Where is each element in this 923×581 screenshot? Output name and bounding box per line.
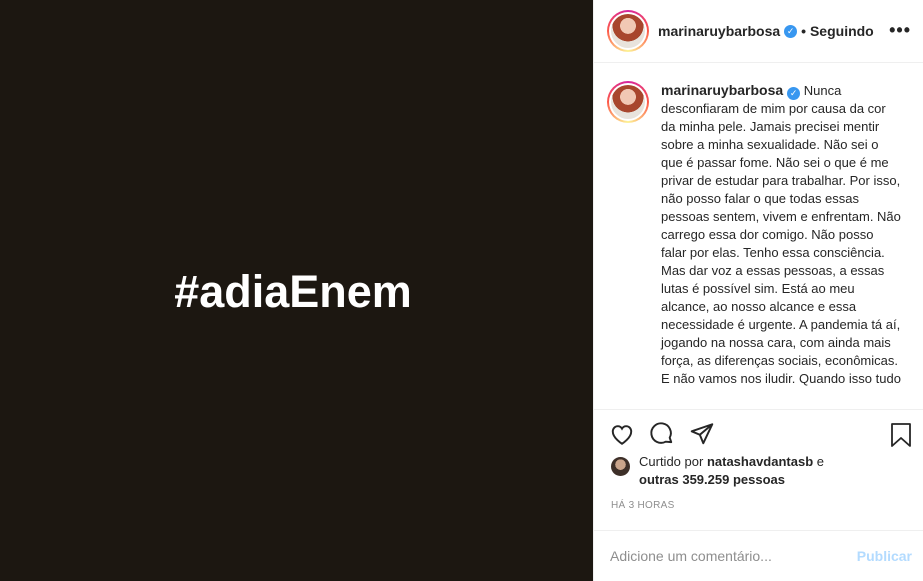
avatar-image (611, 14, 645, 48)
action-bar (594, 409, 923, 457)
post-sidebar: marinaruybarbosa ✓ • Seguindo ••• marina… (593, 0, 923, 581)
post-timestamp[interactable]: HÁ 3 HORAS (594, 500, 923, 530)
media-hashtag-text: #adiaEnem (174, 265, 412, 317)
caption-avatar-image (611, 85, 645, 119)
comment-input[interactable]: Adicione um comentário... (610, 548, 772, 564)
author-avatar[interactable] (607, 10, 649, 52)
caption-username[interactable]: marinaruybarbosa (661, 82, 783, 98)
share-icon[interactable] (689, 421, 715, 447)
likes-text: Curtido por natashavdantasb e outras 359… (639, 453, 824, 489)
comment-bar: Adicione um comentário... Publicar (594, 530, 923, 581)
bookmark-icon[interactable] (889, 422, 913, 448)
author-username[interactable]: marinaruybarbosa (658, 23, 780, 39)
caption-area: marinaruybarbosa ✓ Nunca desconfiaram de … (594, 63, 923, 409)
follow-status[interactable]: • Seguindo (801, 23, 874, 39)
caption-body: Nunca desconfiaram de mim por causa da c… (661, 83, 901, 386)
heart-icon[interactable] (609, 421, 635, 447)
more-icon[interactable]: ••• (889, 20, 911, 41)
avatar-frame (609, 12, 647, 50)
likes-row: Curtido por natashavdantasb e outras 359… (594, 454, 923, 497)
post-window: #adiaEnem marinaruybarbosa ✓ • Seguindo … (0, 0, 923, 581)
caption-avatar[interactable] (607, 81, 649, 123)
post-media[interactable]: #adiaEnem (0, 0, 593, 581)
post-header: marinaruybarbosa ✓ • Seguindo ••• (594, 0, 923, 63)
publish-button[interactable]: Publicar (857, 548, 912, 564)
liker-avatar[interactable] (611, 457, 630, 476)
caption-text: marinaruybarbosa ✓ Nunca desconfiaram de … (661, 81, 901, 409)
comment-icon[interactable] (649, 421, 675, 447)
caption-avatar-frame (609, 83, 647, 121)
verified-icon: ✓ (784, 24, 798, 38)
verified-icon: ✓ (787, 86, 801, 100)
likes-count[interactable]: outras 359.259 pessoas (639, 472, 785, 487)
